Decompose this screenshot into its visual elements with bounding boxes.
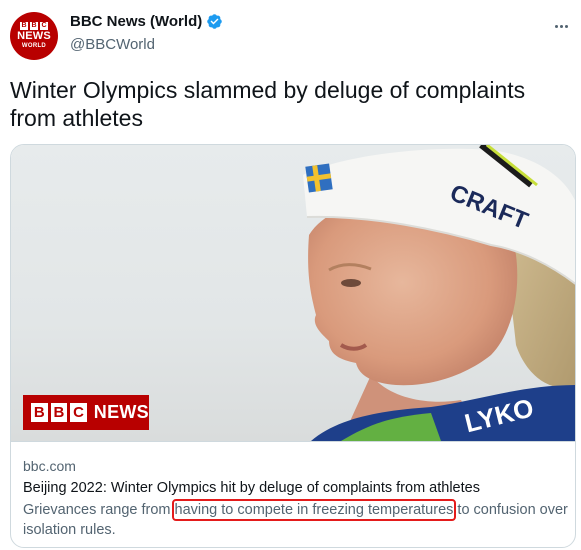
verified-badge-icon xyxy=(206,13,223,30)
bbc-logo-news: NEWS xyxy=(93,402,149,422)
card-meta[interactable]: bbc.com Beijing 2022: Winter Olympics hi… xyxy=(11,441,575,547)
bbc-block-letter: B xyxy=(20,22,28,30)
link-card[interactable]: LYKO CRAFT B B C NEWS bbc.com Beijing 20… xyxy=(10,144,576,548)
avatar-world-text: WORLD xyxy=(21,43,47,49)
bbc-avatar-blocks: B B C xyxy=(20,22,48,30)
bbc-block-letter: B xyxy=(30,22,38,30)
highlighted-phrase: having to compete in freezing temperatur… xyxy=(171,499,457,521)
bbc-logo-letter: B xyxy=(50,403,68,422)
card-desc-before: Grievances range from xyxy=(23,502,175,518)
card-description: Grievances range from having to compete … xyxy=(23,499,568,540)
card-title: Beijing 2022: Winter Olympics hit by del… xyxy=(23,480,480,496)
avatar[interactable]: B B C NEWS WORLD xyxy=(10,12,58,60)
account-handle[interactable]: @BBCWorld xyxy=(70,36,155,53)
bbc-news-logo: B B C NEWS xyxy=(23,395,149,430)
tweet[interactable]: B B C NEWS WORLD BBC News (World) @BBCWo… xyxy=(0,0,581,550)
display-name[interactable]: BBC News (World) xyxy=(70,13,202,30)
tweet-text: Winter Olympics slammed by deluge of com… xyxy=(10,77,526,131)
card-image[interactable]: LYKO CRAFT B B C NEWS xyxy=(11,145,575,441)
more-options-icon[interactable] xyxy=(551,16,571,36)
bbc-logo-letter: B xyxy=(31,403,48,422)
avatar-news-text: NEWS xyxy=(17,30,51,42)
bbc-block-letter: C xyxy=(40,22,48,30)
bbc-logo-letter: C xyxy=(70,403,87,422)
author-name-row: BBC News (World) xyxy=(70,13,223,30)
card-domain: bbc.com xyxy=(23,458,76,474)
